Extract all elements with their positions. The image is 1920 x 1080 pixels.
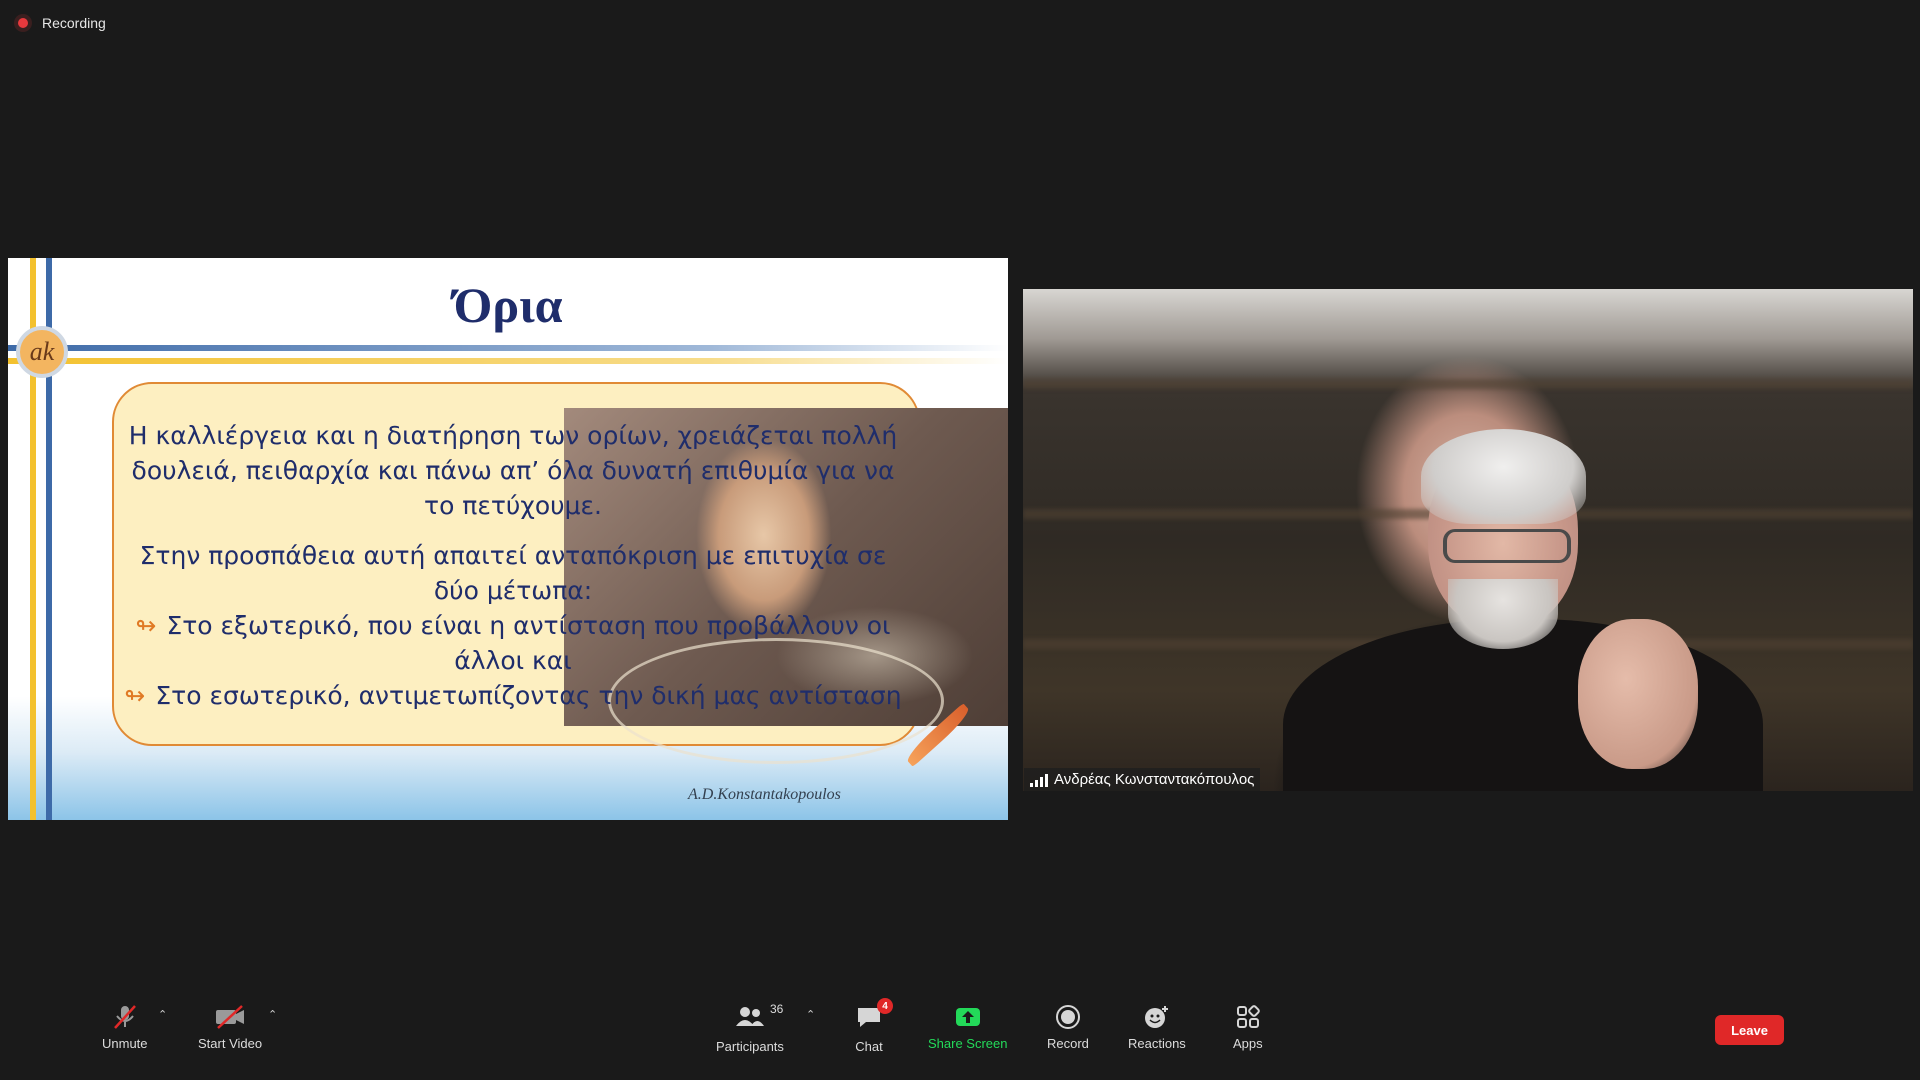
participants-count: 36 bbox=[769, 1002, 784, 1016]
bullet-arrow-icon: ↬ bbox=[135, 611, 157, 640]
speaker-glasses bbox=[1443, 529, 1571, 563]
speaker-beard bbox=[1448, 579, 1558, 649]
slide-paragraph-1-line: το πετύχουμε. bbox=[424, 491, 602, 520]
slide-bullet-1-line: άλλοι και bbox=[454, 646, 572, 675]
start-video-label: Start Video bbox=[198, 1036, 263, 1051]
recording-indicator[interactable]: Recording bbox=[14, 14, 106, 32]
unmute-button[interactable]: Unmute bbox=[102, 1004, 148, 1051]
slide-title: Όρια bbox=[453, 277, 563, 333]
speaker-hair bbox=[1421, 429, 1586, 524]
microphone-muted-icon bbox=[113, 1005, 136, 1029]
speaker-video[interactable] bbox=[1023, 289, 1913, 791]
slide-paragraph-2: Στην προσπάθεια αυτή απαιτεί ανταπόκριση… bbox=[118, 538, 908, 608]
slide-paragraph-1-line: Η καλλιέργεια και η διατήρηση των ορίων,… bbox=[128, 421, 898, 450]
recording-icon bbox=[14, 14, 32, 32]
slide-bullet-1-line: Στο εξωτερικό, που είναι η αντίσταση που… bbox=[166, 611, 891, 640]
start-video-button[interactable]: Start Video bbox=[198, 1004, 262, 1051]
slide-paragraph-2-line: Στην προσπάθεια αυτή απαιτεί ανταπόκριση… bbox=[139, 541, 887, 570]
reactions-smiley-icon bbox=[1144, 1006, 1168, 1028]
participants-icon bbox=[735, 1007, 764, 1026]
recording-label: Recording bbox=[42, 15, 106, 31]
participant-name-tag: Ανδρέας Κωνσταντακόπουλος bbox=[1024, 768, 1261, 791]
record-icon bbox=[1055, 1005, 1080, 1029]
meeting-toolbar: Unmute ⌃ Start Video ⌃ 36 Participants ⌃ bbox=[0, 980, 1920, 1080]
apps-label: Apps bbox=[1233, 1036, 1263, 1051]
record-button[interactable]: Record bbox=[1047, 1004, 1089, 1051]
bullet-arrow-icon: ↬ bbox=[124, 681, 146, 710]
slide-paragraph-2-line: δύο μέτωπα: bbox=[433, 576, 593, 605]
shared-slide: ak Όρια Η καλλιέργεια και η διατήρηση τω… bbox=[8, 258, 1008, 820]
participants-button[interactable]: 36 Participants bbox=[716, 1002, 784, 1054]
record-label: Record bbox=[1047, 1036, 1089, 1051]
camera-off-icon bbox=[216, 1005, 245, 1029]
reactions-button[interactable]: Reactions bbox=[1128, 1004, 1186, 1051]
participant-name: Ανδρέας Κωνσταντακόπουλος bbox=[1054, 771, 1255, 788]
chat-unread-badge: 4 bbox=[877, 998, 893, 1014]
slide-bullet-2-line: Στο εσωτερικό, αντιμετωπίζοντας την δική… bbox=[155, 681, 902, 710]
leave-button[interactable]: Leave bbox=[1715, 1015, 1784, 1045]
slide-logo-text: ak bbox=[29, 337, 55, 366]
apps-icon bbox=[1236, 1005, 1260, 1028]
share-screen-button[interactable]: Share Screen bbox=[928, 1004, 1008, 1051]
apps-button[interactable]: Apps bbox=[1233, 1004, 1263, 1051]
slide-signature: A.D.Konstantakopoulos bbox=[688, 786, 841, 803]
audio-options-caret-icon[interactable]: ⌃ bbox=[158, 1008, 167, 1021]
share-screen-icon bbox=[955, 1008, 980, 1026]
chat-button[interactable]: 4 Chat bbox=[855, 998, 893, 1054]
slide-bullet-2: ↬ Στο εσωτερικό, αντιμετωπίζοντας την δικ… bbox=[118, 678, 908, 713]
slide-stripe-blue-horizontal bbox=[8, 345, 1008, 351]
participants-options-caret-icon[interactable]: ⌃ bbox=[806, 1008, 815, 1021]
speaker-hand bbox=[1578, 619, 1698, 769]
slide-paragraph-1: Η καλλιέργεια και η διατήρηση των ορίων,… bbox=[118, 418, 908, 523]
slide-paragraph-1-line: δουλειά, πειθαρχία και πάνω απ’ όλα δυνα… bbox=[131, 456, 895, 485]
chat-label: Chat bbox=[855, 1039, 883, 1054]
slide-stripe-yellow-horizontal bbox=[8, 358, 1008, 364]
slide-bullet-1: ↬ Στο εξωτερικό, που είναι η αντίσταση πο… bbox=[118, 608, 908, 678]
reactions-label: Reactions bbox=[1128, 1036, 1186, 1051]
connection-signal-icon bbox=[1030, 773, 1048, 787]
background-shelf bbox=[1023, 379, 1913, 389]
video-options-caret-icon[interactable]: ⌃ bbox=[268, 1008, 277, 1021]
share-screen-label: Share Screen bbox=[928, 1036, 1008, 1051]
participants-label: Participants bbox=[716, 1039, 784, 1054]
unmute-label: Unmute bbox=[102, 1036, 148, 1051]
